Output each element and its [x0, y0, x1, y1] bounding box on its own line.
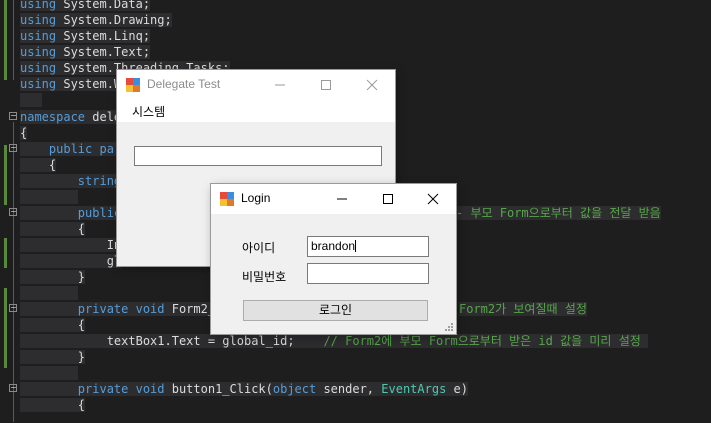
menu-item-system[interactable]: 시스템 — [132, 103, 165, 120]
password-label: 비밀번호 — [242, 270, 287, 284]
window-title: Login — [241, 191, 271, 205]
title-bar[interactable]: Delegate Test — [117, 70, 395, 100]
maximize-icon — [321, 80, 331, 90]
title-bar[interactable]: Login — [211, 184, 456, 214]
code-line — [20, 92, 42, 108]
maximize-button[interactable] — [303, 70, 349, 100]
code-line — [20, 365, 78, 381]
code-line: namespace dele — [20, 110, 122, 124]
password-input[interactable] — [307, 263, 429, 284]
login-window[interactable]: Login 아이디 brandon 비밀번호 로그인 — [211, 184, 456, 334]
text-caret — [355, 240, 357, 252]
code-line: private void Form2_ — [20, 301, 216, 317]
change-marker — [4, 238, 7, 268]
close-icon — [366, 79, 378, 91]
code-line: using System.Text; — [20, 45, 151, 59]
minimize-icon — [275, 84, 285, 86]
code-line: In — [20, 237, 122, 253]
code-line: { — [20, 126, 28, 140]
code-line: gl — [20, 253, 122, 269]
code-line: using System.W — [20, 77, 122, 91]
menu-bar: 시스템 — [117, 100, 395, 122]
change-marker — [4, 288, 7, 368]
fold-toggle-icon[interactable]: − — [9, 304, 17, 312]
close-icon — [427, 193, 439, 205]
minimize-button[interactable] — [319, 184, 365, 214]
code-line: using System.Drawing; — [20, 13, 172, 27]
app-icon — [126, 78, 140, 92]
code-line: public — [20, 205, 122, 221]
code-line: { — [20, 397, 86, 413]
maximize-button[interactable] — [365, 184, 411, 214]
id-value: brandon — [311, 239, 356, 253]
resize-grip-icon[interactable] — [444, 322, 454, 332]
fold-toggle-icon[interactable]: − — [9, 384, 17, 392]
code-line: } — [20, 269, 86, 285]
code-line: using System.Linq; — [20, 29, 151, 43]
fold-toggle-icon[interactable]: − — [9, 112, 17, 120]
code-line: textBox1.Text = global_id; // Form2에 부모 … — [20, 333, 649, 349]
fold-guide — [13, 0, 14, 80]
fold-toggle-icon[interactable]: − — [9, 208, 17, 216]
code-line: public par — [20, 141, 122, 157]
window-title: Delegate Test — [147, 77, 221, 91]
maximize-icon — [383, 194, 393, 204]
change-marker — [4, 0, 7, 80]
code-line — [20, 189, 78, 205]
minimize-icon — [337, 198, 347, 200]
fold-guide — [13, 122, 14, 422]
code-comment: Form2가 보여질때 설정 — [459, 302, 587, 316]
change-marker — [4, 145, 7, 205]
code-line — [20, 285, 78, 301]
code-comment: - 부모 Form으로부터 값을 전달 받음 — [456, 206, 661, 220]
code-line: private void button1_Click(object sender… — [20, 381, 468, 397]
close-button[interactable] — [410, 184, 456, 214]
code-line: { — [20, 221, 86, 237]
app-icon — [220, 192, 234, 206]
code-line: string — [20, 173, 122, 189]
minimize-button[interactable] — [257, 70, 303, 100]
id-input[interactable]: brandon — [307, 236, 429, 257]
main-textbox[interactable] — [134, 146, 382, 166]
code-line: using System.Data; — [20, 0, 151, 12]
fold-toggle-icon[interactable]: − — [9, 144, 17, 152]
code-line: { — [20, 317, 86, 333]
close-button[interactable] — [349, 70, 395, 100]
login-button[interactable]: 로그인 — [243, 300, 428, 321]
code-line: { — [20, 157, 57, 173]
code-line: } — [20, 349, 86, 365]
id-label: 아이디 — [242, 241, 276, 255]
